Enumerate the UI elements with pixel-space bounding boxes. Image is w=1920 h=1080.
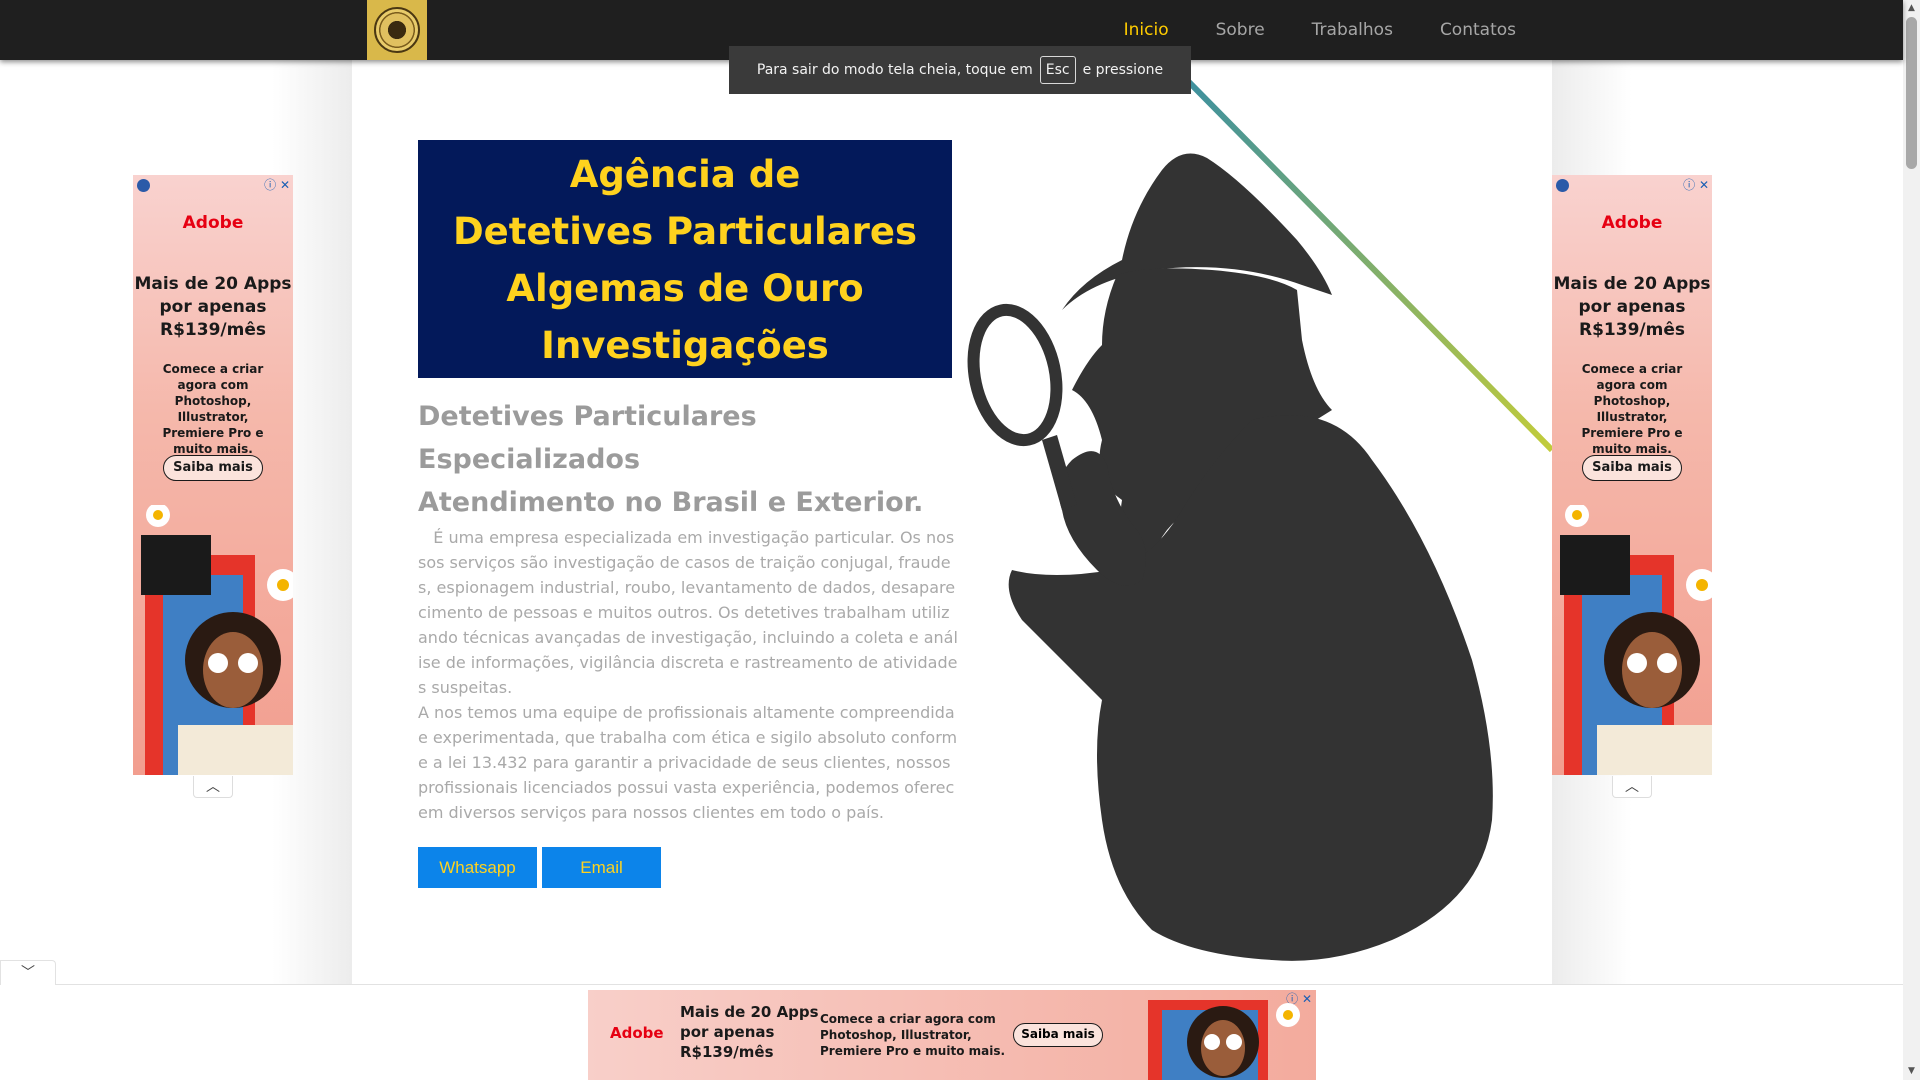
subtitle-line-2: Atendimento no Brasil e Exterior. (418, 487, 924, 518)
scrollbar-thumb[interactable] (1906, 17, 1917, 169)
ad-shield-icon (137, 179, 150, 192)
left-ad-expand-toggle[interactable]: ︿ (193, 776, 233, 798)
ad-shield-icon (1556, 179, 1569, 192)
ad-headline-line: por apenas (680, 1023, 775, 1041)
toast-text-before: Para sair do modo tela cheia, toque em (756, 62, 1033, 78)
ad-headline-line: Mais de 20 Apps (680, 1003, 819, 1021)
ad-headline-line: R$139/mês (160, 320, 266, 340)
bottom-ad-collapse-toggle[interactable]: ﹀ (0, 960, 56, 985)
ad-headline: Mais de 20 Apps por apenas R$139/mês (1552, 273, 1712, 342)
ad-headline: Mais de 20 Apps por apenas R$139/mês (133, 273, 293, 342)
ad-info-close-icon[interactable]: ⓘ ✕ (1683, 176, 1709, 193)
hero-title-line-1: Agência de (569, 153, 801, 196)
about-paragraphs: É uma empresa especializada em investiga… (418, 525, 958, 825)
ad-description: Comece a criar agora com Photoshop, Illu… (162, 362, 264, 456)
email-button[interactable]: Email (542, 847, 661, 888)
ad-headline-line: Mais de 20 Apps (1553, 274, 1711, 294)
page-scrollbar[interactable]: ▲ ▼ (1903, 0, 1920, 1080)
chevron-down-icon: ﹀ (21, 965, 35, 981)
ad-brand: Adobe (1601, 213, 1663, 233)
detective-silhouette-image (967, 153, 1493, 961)
ad-headline-line: R$139/mês (680, 1043, 774, 1061)
bottom-banner-ad[interactable]: ⓘ ✕ Adobe Mais de 20 Apps por apenas R$1… (588, 990, 1316, 1080)
nav-link-trabalhos[interactable]: Trabalhos (1312, 20, 1393, 40)
ad-headline-line: R$139/mês (1579, 320, 1685, 340)
nav-link-inicio[interactable]: Inicio (1124, 20, 1169, 40)
hero-title-line-3: Algemas de Ouro (506, 267, 864, 310)
ad-cta-button[interactable]: Saiba mais (163, 455, 263, 481)
hero-title-line-4: Investigações (541, 324, 829, 367)
scroll-down-arrow-icon[interactable]: ▼ (1903, 1063, 1920, 1080)
right-side-ad[interactable]: ⓘ ✕ Adobe Mais de 20 Apps por apenas R$1… (1552, 175, 1712, 775)
hero-title-line-2: Detetives Particulares (452, 210, 918, 253)
ad-description: Comece a criar agora com Photoshop, Illu… (1581, 362, 1683, 456)
hero-title-box: Agência de Detetives Particulares Algema… (418, 140, 952, 378)
chevron-up-icon: ︿ (1625, 779, 1639, 795)
nav-link-sobre[interactable]: Sobre (1216, 20, 1265, 40)
ad-cta-button[interactable]: Saiba mais (1582, 455, 1682, 481)
esc-key-hint: Esc (1039, 56, 1076, 84)
ad-headline: Mais de 20 Apps por apenas R$139/mês (680, 1002, 819, 1062)
ad-description: Comece a criar agora com Photoshop, Illu… (820, 1012, 1006, 1058)
whatsapp-button[interactable]: Whatsapp (418, 847, 537, 888)
logo-emblem-icon (374, 7, 420, 53)
nav-link-contatos[interactable]: Contatos (1440, 20, 1516, 40)
site-logo[interactable] (367, 0, 427, 60)
ad-model-photo (141, 505, 293, 775)
ad-info-close-icon[interactable]: ⓘ ✕ (264, 176, 290, 193)
scroll-up-arrow-icon[interactable]: ▲ (1903, 0, 1920, 17)
ad-cta-button[interactable]: Saiba mais (1013, 1023, 1103, 1047)
ad-model-photo (1148, 1000, 1300, 1080)
ad-headline-line: por apenas (159, 297, 267, 317)
about-paragraph-1: É uma empresa especializada em investiga… (418, 528, 958, 697)
right-ad-expand-toggle[interactable]: ︿ (1612, 776, 1652, 798)
chevron-up-icon: ︿ (206, 779, 220, 795)
ad-brand: Adobe (182, 213, 244, 233)
toast-text-after: e pressione (1082, 62, 1164, 78)
ad-brand: Adobe (610, 1024, 664, 1042)
subtitle-line-1: Detetives Particulares Especializados (418, 401, 757, 475)
fullscreen-exit-toast: Para sair do modo tela cheia, toque em E… (729, 46, 1191, 94)
ad-headline-line: Mais de 20 Apps (134, 274, 292, 294)
about-paragraph-2: A nos temos uma equipe de profissionais … (418, 703, 958, 822)
ad-headline-line: por apenas (1578, 297, 1686, 317)
main-content: Agência de Detetives Particulares Algema… (352, 60, 1552, 984)
ad-model-photo (1560, 505, 1712, 775)
left-side-ad[interactable]: ⓘ ✕ Adobe Mais de 20 Apps por apenas R$1… (133, 175, 293, 775)
hero-subtitle: Detetives Particulares Especializados At… (418, 395, 978, 524)
